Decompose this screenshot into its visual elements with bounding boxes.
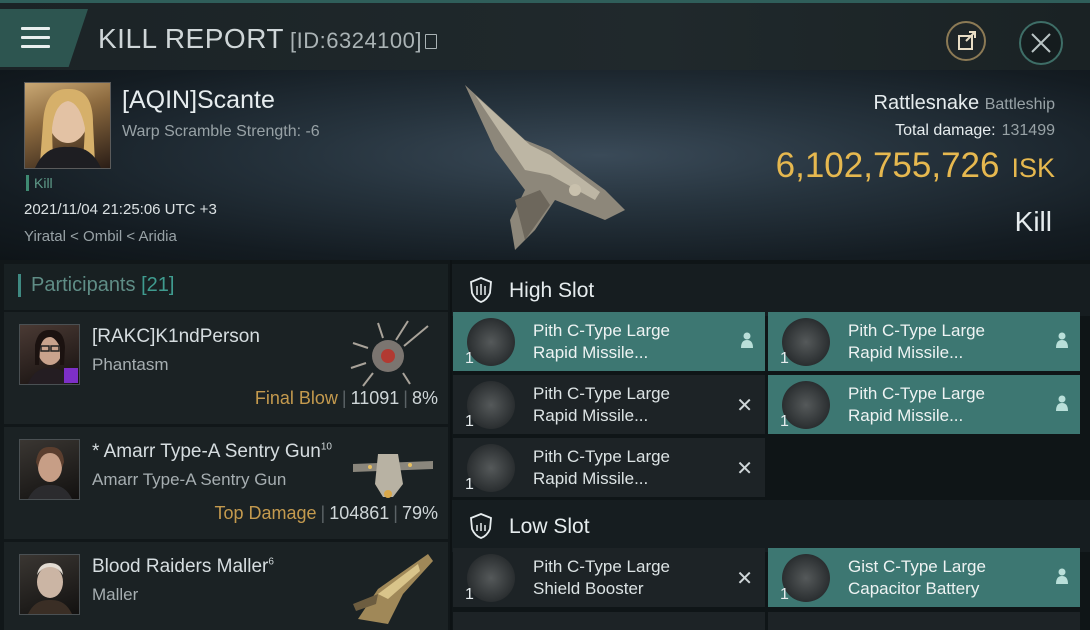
participant-row[interactable]: [RAKC]K1ndPerson Phantasm Final Blow | 110… [4,312,448,424]
pilot-icon [1056,568,1068,584]
module-item-partial[interactable] [768,612,1080,630]
participant-portrait [19,554,80,615]
module-item[interactable]: 1 Pith C-Type Large Rapid Missile... [768,312,1080,371]
low-slot-header: Low Slot [452,500,1090,552]
module-item[interactable]: 1 Pith C-Type Large Shield Booster ✕ [453,548,765,607]
total-damage: Total damage: 131499 [895,122,1055,139]
module-name: Pith C-Type Large [848,321,986,340]
report-id: [ID:6324100] [290,28,422,53]
participant-name: * Amarr Type-A Sentry Gun10 [92,441,332,462]
external-link-icon [958,31,976,50]
module-name: Pith C-Type Large [533,384,671,403]
page-title: KILL REPORT [ID:6324100] [98,23,437,55]
module-name: Pith C-Type Large [533,447,671,466]
pilot-icon [1056,332,1068,348]
pilot-portrait-icon [28,563,72,614]
high-slot-header: High Slot [452,264,1090,316]
participant-stats: Final Blow | 11091 | 8% [254,388,438,408]
destroyed-x-icon: ✕ [736,395,753,417]
participant-ship: Maller [92,585,139,604]
close-icon [1031,33,1051,53]
module-item[interactable]: 1 Pith C-Type Large Rapid Missile... ✕ [453,375,765,434]
ship-type[interactable]: Rattlesnake Battleship [874,92,1055,115]
warp-scramble-strength: Warp Scramble Strength: -6 [122,123,320,140]
participants-label: Participants [31,274,136,296]
menu-icon [21,27,50,30]
module-name: Pith C-Type Large [533,321,671,340]
copy-icon[interactable] [425,34,437,49]
result-label: Kill [1014,206,1052,237]
module-name: Pith C-Type Large [533,557,671,576]
external-link-button[interactable] [946,21,986,61]
participant-ship: Amarr Type-A Sentry Gun [92,470,287,489]
victim-summary: [AQIN]Scante Warp Scramble Strength: -6 … [0,70,1090,260]
victim-name[interactable]: [AQIN]Scante [122,86,275,115]
victim-ship-image[interactable] [455,80,635,255]
destroyed-x-icon: ✕ [736,458,753,480]
participants-count: [21] [141,274,175,296]
missile-launcher-icon [782,318,830,366]
module-item[interactable]: 1 Pith C-Type Large Rapid Missile... [453,312,765,371]
fitting-panel: High Slot 1 Pith C-Type Large Rapid Missi… [452,260,1090,630]
participant-name: [RAKC]K1ndPerson [92,326,260,347]
module-quantity: 1 [465,413,474,430]
pilot-icon [1056,395,1068,411]
module-quantity: 1 [465,350,474,367]
shield-slot-icon [470,513,492,539]
shield-slot-icon [470,277,492,303]
missile-launcher-icon [467,444,515,492]
module-quantity: 1 [780,586,789,603]
pilot-portrait-icon [28,446,72,499]
module-quantity: 1 [780,350,789,367]
pilot-portrait-icon [28,329,78,384]
shield-booster-icon [467,554,515,602]
close-button[interactable] [1019,21,1063,65]
pilot-portrait-icon [35,88,101,168]
pilot-icon [741,332,753,348]
participants-header[interactable]: Participants [21] [4,264,448,310]
participant-portrait [19,324,80,385]
isk-value: 6,102,755,726 ISK [775,146,1055,185]
missile-launcher-icon [467,318,515,366]
module-item[interactable]: 1 Pith C-Type Large Rapid Missile... [768,375,1080,434]
menu-button[interactable] [0,9,88,67]
module-quantity: 1 [465,476,474,493]
participant-ship-image [350,320,429,387]
missile-launcher-icon [782,381,830,429]
module-item[interactable]: 1 Gist C-Type Large Capacitor Battery [768,548,1080,607]
kill-tag: Kill [26,175,53,191]
capacitor-battery-icon [782,554,830,602]
module-item-partial[interactable] [453,612,765,630]
participant-ship: Phantasm [92,355,169,374]
missile-launcher-icon [467,381,515,429]
module-quantity: 1 [780,413,789,430]
participant-row[interactable]: * Amarr Type-A Sentry Gun10 Amarr Type-A… [4,427,448,539]
module-quantity: 1 [465,586,474,603]
participant-name: Blood Raiders Maller6 [92,556,274,577]
kill-location[interactable]: Yiratal < Ombil < Aridia [24,228,177,245]
participant-ship-image [353,454,433,498]
victim-portrait[interactable] [24,82,111,169]
module-name: Pith C-Type Large [848,384,986,403]
kill-datetime: 2021/11/04 21:25:06 UTC +3 [24,201,217,218]
participant-portrait [19,439,80,500]
module-item[interactable]: 1 Pith C-Type Large Rapid Missile... ✕ [453,438,765,497]
participants-panel: Participants [21] [RAKC]K1ndPerson Phant… [0,260,450,630]
destroyed-x-icon: ✕ [736,568,753,590]
participant-stats: Top Damage | 104861 | 79% [214,503,438,523]
participant-row[interactable]: Blood Raiders Maller6 Maller [4,542,448,630]
title-bar: KILL REPORT [ID:6324100] [0,0,1090,70]
participant-ship-image [353,554,433,624]
module-name: Gist C-Type Large [848,557,986,576]
